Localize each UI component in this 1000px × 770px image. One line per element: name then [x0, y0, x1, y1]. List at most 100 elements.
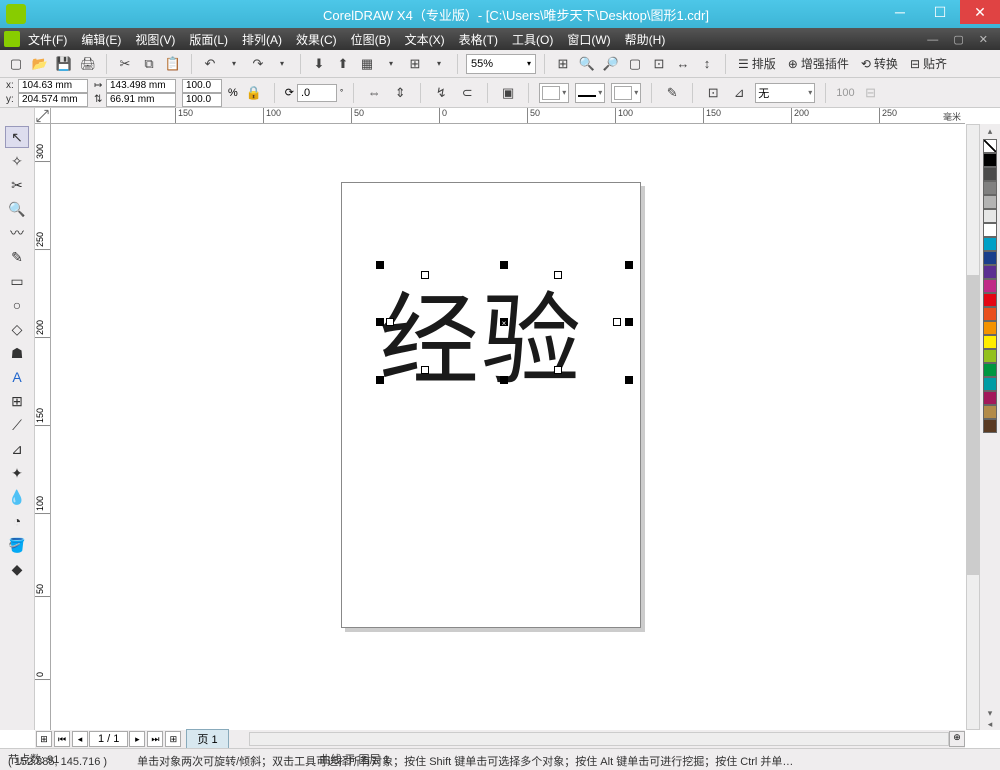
- mirror-v-icon[interactable]: ⇕: [390, 83, 410, 103]
- table-tool[interactable]: ⊞: [5, 390, 29, 412]
- height-field[interactable]: 66.91 mm: [106, 93, 176, 107]
- color-swatch[interactable]: [983, 251, 997, 265]
- app-launcher-more-icon[interactable]: ▾: [429, 54, 449, 74]
- copy-icon[interactable]: ⧉: [139, 54, 159, 74]
- import-icon[interactable]: ⬇: [309, 54, 329, 74]
- print-icon[interactable]: 🖨: [78, 54, 98, 74]
- ruler-origin[interactable]: [35, 108, 51, 124]
- interactive-fill-tool[interactable]: ◆: [5, 558, 29, 580]
- color-swatch[interactable]: [983, 377, 997, 391]
- color-swatch[interactable]: [983, 391, 997, 405]
- color-swatch[interactable]: [983, 279, 997, 293]
- handle-ml[interactable]: [376, 318, 384, 326]
- page-counter[interactable]: 1 / 1: [89, 731, 128, 747]
- color-swatch[interactable]: [983, 181, 997, 195]
- rectangle-tool[interactable]: ▭: [5, 270, 29, 292]
- color-swatch[interactable]: [983, 195, 997, 209]
- handle-mr[interactable]: [625, 318, 633, 326]
- color-swatch[interactable]: [983, 321, 997, 335]
- redo-icon[interactable]: ↷: [248, 54, 268, 74]
- canvas[interactable]: 经验 ×: [51, 124, 965, 730]
- crop-tool[interactable]: ✂: [5, 174, 29, 196]
- ruler-horizontal[interactable]: 毫米 15010050050100150200250300: [35, 108, 965, 124]
- menu-effects[interactable]: 效果(C): [296, 31, 337, 48]
- menu-file[interactable]: 文件(F): [28, 31, 67, 48]
- fill-tool[interactable]: 🪣: [5, 534, 29, 556]
- snap-icon[interactable]: ⊞: [553, 54, 573, 74]
- zoom-height-icon[interactable]: ↕: [697, 54, 717, 74]
- palette-flyout-icon[interactable]: ◂: [988, 719, 993, 730]
- node-3[interactable]: [386, 318, 394, 326]
- navigator-icon[interactable]: ⊕: [949, 731, 965, 747]
- width-field[interactable]: 143.498 mm: [106, 79, 176, 93]
- color-swatch[interactable]: [983, 405, 997, 419]
- artwork-text[interactable]: 经验: [379, 259, 583, 404]
- zoom-in-icon[interactable]: 🔍: [577, 54, 597, 74]
- ruler-vertical[interactable]: 300250200150100500: [35, 124, 51, 730]
- undo-more-icon[interactable]: ▾: [224, 54, 244, 74]
- menu-table[interactable]: 表格(T): [459, 31, 498, 48]
- app-launcher-icon[interactable]: ⊞: [405, 54, 425, 74]
- color-swatch[interactable]: [983, 349, 997, 363]
- add-page-icon[interactable]: ⊞: [36, 731, 52, 747]
- open-icon[interactable]: 📂: [30, 54, 50, 74]
- menu-tools[interactable]: 工具(O): [512, 31, 553, 48]
- next-page-icon[interactable]: ▸: [129, 731, 145, 747]
- center-marker[interactable]: ×: [500, 318, 508, 326]
- x-coord[interactable]: 104.63 mm: [18, 79, 88, 93]
- scale-outline-icon[interactable]: ⊿: [729, 83, 749, 103]
- convert-button[interactable]: ⟲ 转换: [857, 54, 902, 74]
- horizontal-scrollbar[interactable]: [249, 732, 949, 746]
- scale-y[interactable]: 100.0: [182, 93, 222, 107]
- zoom-tool[interactable]: 🔍: [5, 198, 29, 220]
- last-page-icon[interactable]: ⏭: [147, 731, 163, 747]
- color-swatch[interactable]: [983, 209, 997, 223]
- zoom-width-icon[interactable]: ↔: [673, 54, 693, 74]
- wrap-text-icon[interactable]: ▣: [498, 83, 518, 103]
- color-swatch[interactable]: [983, 307, 997, 321]
- basic-shapes-tool[interactable]: ☗: [5, 342, 29, 364]
- layout-button[interactable]: ☰ 排版: [734, 54, 780, 74]
- node-1[interactable]: [421, 271, 429, 279]
- export-icon[interactable]: ⬆: [333, 54, 353, 74]
- lock-ratio-icon[interactable]: 🔒: [244, 83, 264, 103]
- polygon-tool[interactable]: ◇: [5, 318, 29, 340]
- text-tool[interactable]: A: [5, 366, 29, 388]
- mirror-h-icon[interactable]: ⇔: [364, 83, 384, 103]
- node-6[interactable]: [554, 366, 562, 374]
- path-edit-icon[interactable]: ↯: [431, 83, 451, 103]
- color-swatch[interactable]: [983, 153, 997, 167]
- close-button[interactable]: ✕: [960, 0, 1000, 24]
- mdi-controls[interactable]: — ▢ ✕: [927, 33, 994, 46]
- menu-arrange[interactable]: 排列(A): [242, 31, 282, 48]
- vertical-scrollbar[interactable]: [966, 124, 980, 730]
- page-tab[interactable]: 页 1: [186, 729, 228, 749]
- publish-icon[interactable]: ▦: [357, 54, 377, 74]
- connector-tool[interactable]: ⊿: [5, 438, 29, 460]
- palette-down-icon[interactable]: ▾: [988, 708, 993, 719]
- menu-edit[interactable]: 编辑(E): [81, 31, 121, 48]
- rotation-field[interactable]: [297, 84, 337, 102]
- color-swatch[interactable]: [983, 419, 997, 433]
- menu-view[interactable]: 视图(V): [135, 31, 175, 48]
- y-coord[interactable]: 204.574 mm: [18, 93, 88, 107]
- handle-bc[interactable]: [500, 376, 508, 384]
- color-swatch[interactable]: [983, 167, 997, 181]
- menu-layout[interactable]: 版面(L): [189, 31, 228, 48]
- node-2[interactable]: [554, 271, 562, 279]
- zoom-level[interactable]: 55%▾: [466, 54, 536, 74]
- node-5[interactable]: [421, 366, 429, 374]
- interactive-tool[interactable]: ✦: [5, 462, 29, 484]
- node-4[interactable]: [613, 318, 621, 326]
- ellipse-tool[interactable]: ○: [5, 294, 29, 316]
- save-icon[interactable]: 💾: [54, 54, 74, 74]
- pick-tool[interactable]: ↖: [5, 126, 29, 148]
- scale-x[interactable]: 100.0: [182, 79, 222, 93]
- color-swatch[interactable]: [983, 223, 997, 237]
- first-page-icon[interactable]: ⏮: [54, 731, 70, 747]
- color-swatch[interactable]: [983, 293, 997, 307]
- no-color-swatch[interactable]: [983, 139, 997, 153]
- handle-tr[interactable]: [625, 261, 633, 269]
- color-swatch[interactable]: [983, 237, 997, 251]
- outline-pen-icon[interactable]: ✎: [662, 83, 682, 103]
